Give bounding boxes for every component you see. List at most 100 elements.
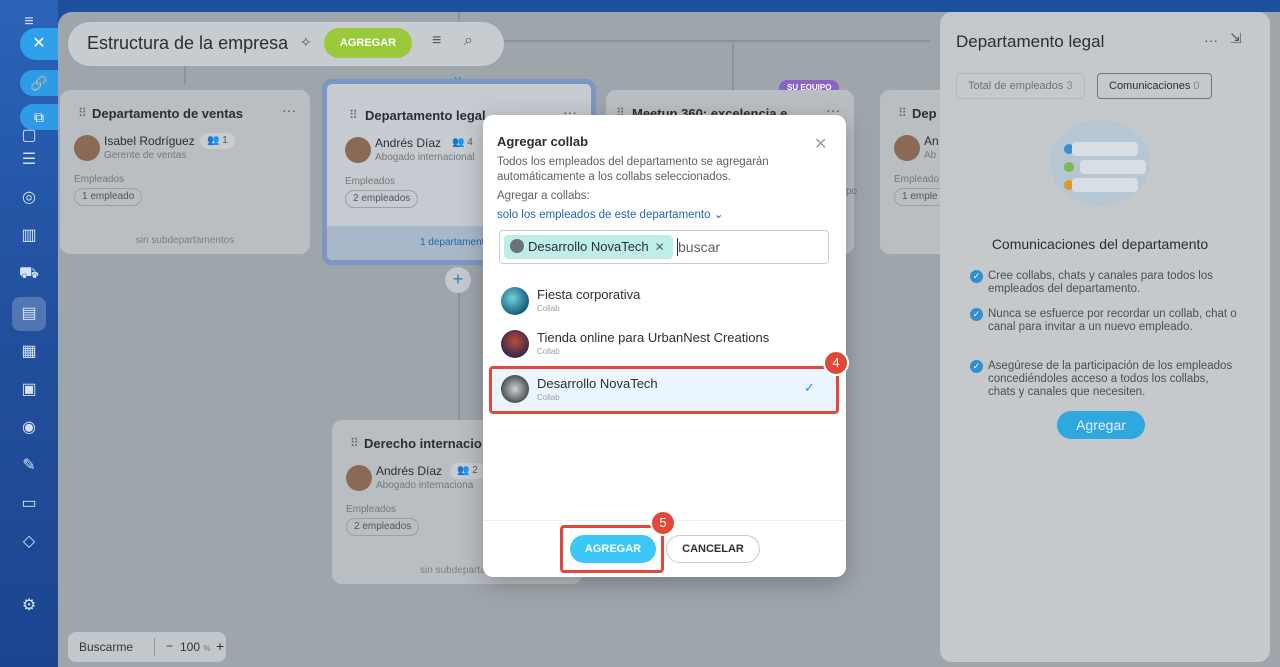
box-icon[interactable]: ◇ [17,530,41,554]
tab-total-empleados[interactable]: Total de empleados 3 [956,73,1085,99]
find-me-button[interactable]: Buscarme [79,640,133,654]
dialog-description: Todos los empleados del departamento se … [497,156,769,183]
head-role: Ab [924,150,937,161]
benefit-item: Asegúrese de la participación de los emp… [988,360,1233,398]
menu-icon[interactable]: ≡ [432,32,441,50]
chart-icon[interactable]: ▥ [17,224,41,248]
head-name[interactable]: Andrés Díaz [376,464,442,478]
collab-type: Collab [537,347,560,356]
zoom-level: 100 % [180,640,211,654]
head-name[interactable]: Andrés Díaz [375,136,441,150]
drag-handle-icon[interactable]: ⠿ [350,436,359,450]
close-icon[interactable]: ✕ [814,134,827,154]
check-icon: ✓ [970,270,983,283]
collab-type: Collab [537,304,560,313]
employees-pill[interactable]: 1 empleado [74,188,143,206]
scope-dropdown[interactable]: solo los empleados de este departamento … [497,207,723,221]
more-icon[interactable]: ··· [1204,32,1218,48]
confirm-add-button[interactable]: AGREGAR [570,535,656,563]
head-name[interactable]: An [924,134,939,148]
employees-label: Empleados [74,174,125,185]
collab-name: Desarrollo NovaTech [537,376,658,391]
zoom-out-button[interactable]: − [166,639,173,653]
department-title: Departamento de ventas [92,106,243,121]
avatar[interactable] [894,135,920,161]
cancel-button[interactable]: CANCELAR [666,535,760,563]
benefit-item: Cree collabs, chats y canales para todos… [988,270,1214,295]
filter-icon[interactable]: ☰ [17,148,41,172]
document-icon[interactable]: ▭ [17,492,41,516]
toolbar: Estructura de la empresa ✧ AGREGAR ≡ ⌕ [68,22,504,66]
avatar[interactable] [346,465,372,491]
pin-icon[interactable]: ✧ [300,34,312,51]
collab-option[interactable]: Fiesta corporativa Collab [491,282,837,322]
add-button[interactable]: AGREGAR [324,28,412,58]
drag-handle-icon[interactable]: ⠿ [898,106,907,120]
panel-add-button[interactable]: Agregar [1057,411,1145,439]
collab-avatar [501,287,529,315]
benefit-item: Nunca se esfuerce por recordar un collab… [988,308,1237,333]
open-new-window-icon[interactable]: ⧉ [20,104,58,130]
subdepartments-text: sin subdepartamentos [135,235,235,246]
structure-icon[interactable]: ▤ [17,302,41,326]
collab-search-input[interactable] [678,237,818,257]
page-title: Estructura de la empresa [87,33,289,53]
collab-name: Tienda online para UrbanNest Creations [537,330,770,345]
add-to-label: Agregar a collabs: [497,190,590,202]
more-icon[interactable]: ··· [282,102,296,118]
member-count-badge: 👥 2 [450,463,485,479]
department-side-panel: Departamento legal ··· ⇲ Total de emplea… [940,12,1270,662]
avatar[interactable] [74,135,100,161]
member-count-badge: 👥 1 [200,133,235,149]
department-title: Departamento legal [365,108,486,123]
avatar[interactable] [345,137,371,163]
tab-comunicaciones[interactable]: Comunicaciones 0 [1097,73,1212,99]
robot-icon[interactable]: ◎ [17,186,41,210]
copy-link-icon[interactable]: 🔗 [20,70,58,96]
communications-heading: Comunicaciones del departamento [991,236,1209,252]
chevron-down-icon: ⌄ [713,209,724,221]
collab-option-selected[interactable]: Desarrollo NovaTech Collab ✓ [489,366,839,414]
employees-label: Empleados [346,504,397,515]
search-icon[interactable]: ⌕ [464,32,473,50]
drag-handle-icon[interactable]: ⠿ [78,106,87,120]
collab-avatar-icon [510,239,524,253]
settings-icon[interactable]: ⚙ [17,594,41,618]
employees-pill[interactable]: 2 empleados [346,518,420,536]
zoom-in-button[interactable]: + [216,638,224,654]
head-name[interactable]: Isabel Rodríguez [104,134,195,148]
selected-collab-chip[interactable]: Desarrollo NovaTech ✕ [504,235,673,259]
zoom-controls: Buscarme − 100 % + [68,632,226,662]
calendar-icon[interactable]: ▦ [17,340,41,364]
head-role: Gerente de ventas [104,150,187,161]
drag-handle-icon[interactable]: ⠿ [349,108,358,122]
collab-option[interactable]: Tienda online para UrbanNest Creations C… [491,325,837,365]
storage-icon[interactable]: ▣ [17,378,41,402]
employees-label: Empleados [345,176,396,187]
close-slider-icon[interactable]: ✕ [20,28,58,60]
head-role: Abogado internaciona [376,480,474,491]
step-marker: 5 [650,510,676,536]
left-rail: ≡ ▢ ☰ ◎ ▥ ⛟ ▤ ▦ ▣ ◉ ✎ ▭ ◇ ⚙ ✕ 🔗 ⧉ [0,0,58,667]
employees-pill[interactable]: 1 emple [894,188,946,206]
add-subdepartment-button[interactable]: + [445,267,471,293]
department-card-ventas[interactable]: ⠿ Departamento de ventas ··· Isabel Rodr… [60,90,310,254]
sign-icon[interactable]: ✎ [17,454,41,478]
collab-avatar [501,330,529,358]
panel-title: Departamento legal [956,32,1105,51]
collapse-icon[interactable]: ⇲ [1230,30,1242,47]
employees-pill[interactable]: 2 empleados [345,190,419,208]
department-title: Dep [912,106,937,121]
cart-icon[interactable]: ⛟ [17,262,41,286]
collab-name: Fiesta corporativa [537,287,641,302]
department-title: Derecho internacio [364,436,482,451]
remove-chip-icon[interactable]: ✕ [655,240,665,254]
member-count-badge: 👥 4 [445,135,480,151]
dialog-title: Agregar collab [497,134,589,149]
employees-label: Empleado [894,174,940,185]
target-icon[interactable]: ◉ [17,416,41,440]
check-icon: ✓ [970,308,983,321]
collab-type: Collab [537,393,560,402]
check-icon: ✓ [970,360,983,373]
collab-selector[interactable]: Desarrollo NovaTech ✕ [499,230,829,264]
